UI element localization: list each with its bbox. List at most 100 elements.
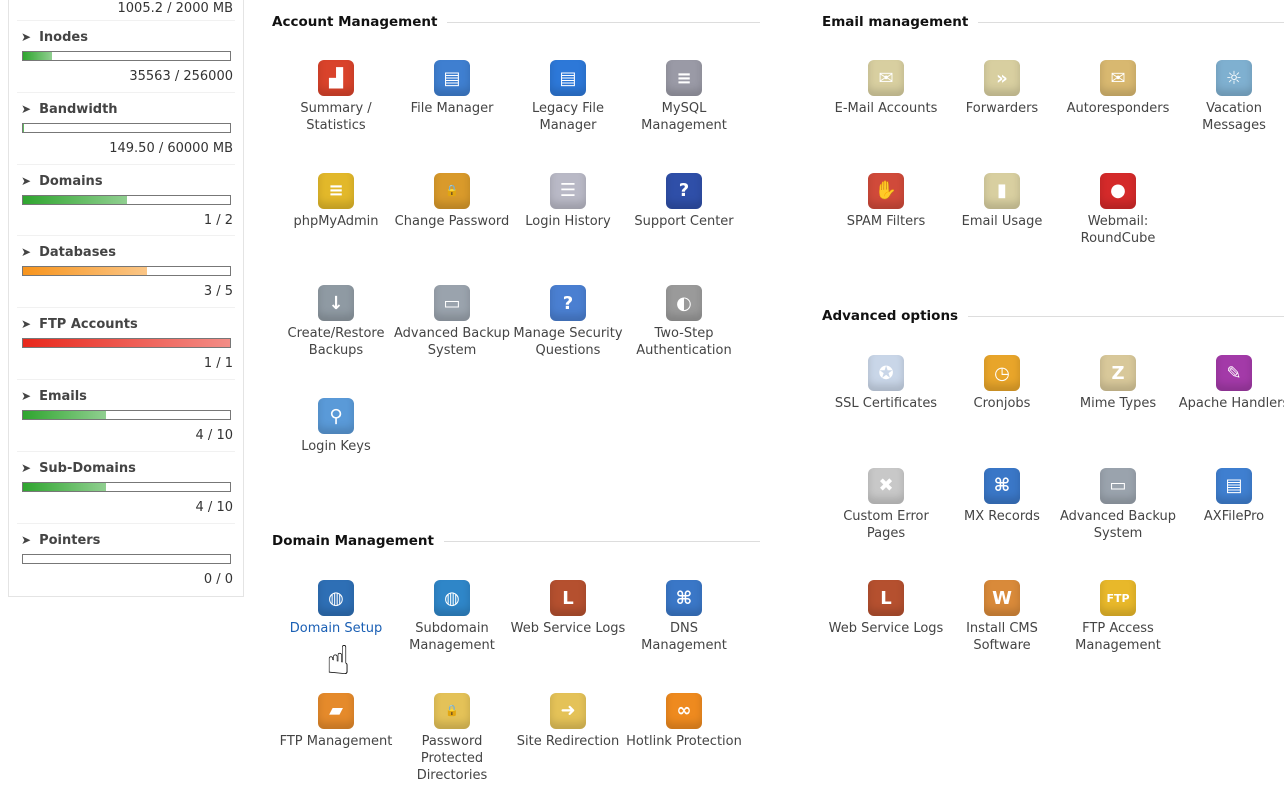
tool-forwarders[interactable]: » Forwarders (944, 60, 1060, 117)
usage-bar (22, 122, 231, 133)
tool-ftp-management[interactable]: ▰ FTP Management (278, 692, 394, 750)
globe-icon: ◍ (434, 580, 470, 616)
stat-value: 4 / 10 (195, 499, 233, 515)
tool-cronjobs[interactable]: ◷ Cronjobs (944, 355, 1060, 412)
tool-password-protected-directories[interactable]: 🔒 Password Protected Directories (394, 692, 510, 784)
zip-icon: Z (1100, 355, 1136, 391)
tool-label: DNS Management (641, 621, 727, 653)
tool-phpmyadmin[interactable]: ≡ phpMyAdmin (278, 172, 394, 230)
tool-label: Web Service Logs (828, 621, 944, 637)
tool-webmail-roundcube[interactable]: ● Webmail: RoundCube (1060, 172, 1176, 247)
tool-advanced-backup-system[interactable]: ▭ Advanced Backup System (394, 285, 510, 359)
tool-ssl-certificates[interactable]: ✪ SSL Certificates (828, 355, 944, 412)
tool-site-redirection[interactable]: ➜ Site Redirection (510, 692, 626, 750)
tool-label: phpMyAdmin (293, 213, 379, 229)
tool-label: Webmail: RoundCube (1080, 213, 1156, 246)
tool-legacy-file-manager[interactable]: ▤ Legacy File Manager (510, 60, 626, 134)
cms-box-icon: W (984, 580, 1020, 617)
tool-label: Domain Setup (289, 621, 383, 636)
stat-label: Emails (39, 389, 87, 404)
divider (17, 235, 235, 237)
tool-login-history[interactable]: ☰ Login History (510, 172, 626, 230)
tool-label: Change Password (394, 213, 510, 229)
file-manager-icon: ▤ (1216, 467, 1252, 504)
tool-dns-management[interactable]: ⌘ DNS Management (626, 580, 742, 654)
divider (443, 540, 760, 542)
stat-title: ➤ Bandwidth (21, 102, 243, 117)
globe-gear-icon: ◍ (318, 580, 354, 616)
tool-web-service-logs[interactable]: L Web Service Logs (828, 580, 944, 637)
tool-ftp-access-management[interactable]: FTP FTP Access Management (1060, 580, 1176, 654)
section-header-email: Email management (822, 14, 1284, 30)
forward-envelope-icon: » (984, 60, 1020, 96)
tool-support-center[interactable]: ? Support Center (626, 172, 742, 230)
section-header-advanced: Advanced options (822, 308, 1284, 324)
error-page-icon: ✖ (868, 467, 904, 504)
tool-login-keys[interactable]: ⚲ Login Keys (278, 398, 394, 455)
tool-custom-error-pages[interactable]: ✖ Custom Error Pages (828, 467, 944, 542)
tool-label: SSL Certificates (834, 396, 938, 411)
tool-domain-setup[interactable]: ◍ Domain Setup (278, 580, 394, 637)
tool-change-password[interactable]: 🔒 Change Password (394, 172, 510, 230)
stat-title: ➤ Sub-Domains (21, 461, 243, 476)
tool-vacation-messages[interactable]: ☼ Vacation Messages (1176, 60, 1284, 134)
divider (17, 91, 235, 93)
tool-label: Create/Restore Backups (287, 326, 385, 359)
tool-subdomain-management[interactable]: ◍ Subdomain Management (394, 580, 510, 654)
tool-hotlink-protection[interactable]: ∞ Hotlink Protection (626, 692, 742, 750)
quill-icon: ✎ (1216, 355, 1252, 391)
tool-email-usage[interactable]: ▮ Email Usage (944, 172, 1060, 230)
tool-label: Mime Types (1079, 396, 1157, 411)
arrow-icon: ➤ (21, 389, 32, 403)
tool-label: Install CMS Software (966, 621, 1038, 654)
stat-title: ➤ Emails (21, 389, 243, 404)
tool-file-manager[interactable]: ▤ File Manager (394, 60, 510, 117)
tool-label: Login Keys (301, 439, 371, 455)
divider (17, 450, 235, 452)
tool-mime-types[interactable]: Z Mime Types (1060, 355, 1176, 412)
tool-summary-statistics[interactable]: ▟ Summary / Statistics (278, 60, 394, 134)
tool-apache-handlers[interactable]: ✎ Apache Handlers (1176, 355, 1284, 412)
network-icon: ⌘ (984, 467, 1020, 504)
tool-mysql-management[interactable]: ≡ MySQL Management (626, 60, 742, 134)
tool-create-restore-backups[interactable]: ↓ Create/Restore Backups (278, 285, 394, 359)
tool-manage-security-questions[interactable]: ? Manage Security Questions (510, 285, 626, 359)
tool-e-mail-accounts[interactable]: ✉ E-Mail Accounts (828, 60, 944, 117)
section-header-domain: Domain Management (272, 533, 760, 549)
tool-label: SPAM Filters (846, 213, 926, 229)
stat-value: 3 / 5 (203, 284, 233, 300)
usage-sidebar: 1005.2 / 2000 MB ➤ Inodes 35563 / 256000 ➤… (8, 0, 244, 597)
stat-emails: ➤ Emails 4 / 10 (21, 389, 243, 443)
tool-install-cms-software[interactable]: W Install CMS Software (944, 580, 1060, 654)
tool-label: Two-Step Authentication (636, 326, 732, 359)
section-title: Account Management (272, 14, 438, 30)
tool-web-service-logs[interactable]: L Web Service Logs (510, 580, 626, 637)
dns-icon: ⌘ (666, 580, 702, 616)
arrow-icon: ➤ (21, 101, 32, 116)
usage-bar-fill (23, 339, 230, 348)
tool-label: Subdomain Management (409, 621, 495, 653)
tool-advanced-backup-system[interactable]: ▭ Advanced Backup System (1060, 467, 1176, 542)
tool-two-step-authentication[interactable]: ◐ Two-Step Authentication (626, 285, 742, 359)
usage-bar-fill (23, 482, 106, 491)
stat-title: ➤ Domains (21, 174, 243, 189)
tool-mx-records[interactable]: ⌘ MX Records (944, 467, 1060, 525)
locked-folder-icon: 🔒 (434, 692, 470, 729)
tool-spam-filters[interactable]: ✋ SPAM Filters (828, 172, 944, 230)
backup-restore-icon: ↓ (318, 285, 354, 322)
stat-ftp-accounts: ➤ FTP Accounts 1 / 1 (21, 317, 243, 371)
usage-bar (22, 481, 231, 492)
tool-autoresponders[interactable]: ✉ Autoresponders (1060, 60, 1176, 117)
tool-axfilepro[interactable]: ▤ AXFilePro (1176, 467, 1284, 525)
arrow-icon: ➤ (21, 173, 32, 188)
tool-label: Manage Security Questions (513, 326, 623, 359)
statistics-icon: ▟ (318, 60, 354, 96)
arrow-icon: ➤ (21, 460, 32, 475)
phpmyadmin-icon: ≡ (318, 172, 354, 209)
envelope-icon: ✉ (868, 60, 904, 96)
file-manager-icon: ▤ (434, 60, 470, 96)
stat-value: 0 / 0 (203, 571, 233, 587)
log-icon: L (868, 580, 904, 617)
stat-pointers: ➤ Pointers 0 / 0 (21, 533, 243, 587)
hand-cursor-icon: ☝ (326, 638, 351, 684)
